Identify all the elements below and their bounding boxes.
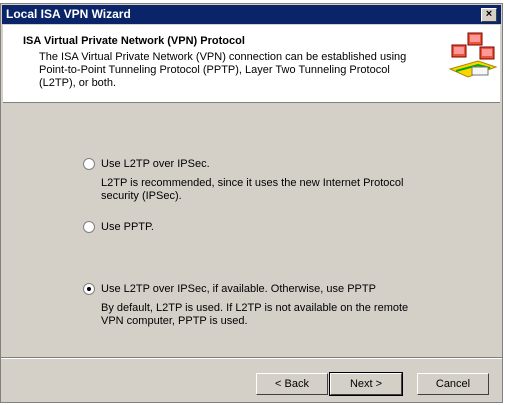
close-icon: × <box>485 8 493 20</box>
wizard-window: Local ISA VPN Wizard × ISA Virtual Priva… <box>0 3 503 403</box>
title-bar: Local ISA VPN Wizard × <box>2 5 501 24</box>
option-l2tp[interactable]: Use L2TP over IPSec. <box>83 158 210 170</box>
back-button[interactable]: < Back <box>256 373 328 395</box>
radio-button[interactable] <box>83 158 95 170</box>
option-description: L2TP is recommended, since it uses the n… <box>101 177 404 202</box>
page-title: ISA Virtual Private Network (VPN) Protoc… <box>23 35 245 47</box>
next-button[interactable]: Next > <box>329 372 403 396</box>
option-l2tp-or-pptp[interactable]: Use L2TP over IPSec, if available. Other… <box>83 283 376 295</box>
page-description: The ISA Virtual Private Network (VPN) co… <box>39 51 407 89</box>
option-label: Use L2TP over IPSec, if available. Other… <box>101 283 376 295</box>
divider <box>1 357 502 359</box>
radio-button-selected[interactable] <box>83 283 95 295</box>
option-description: By default, L2TP is used. If L2TP is not… <box>101 302 409 327</box>
option-label: Use PPTP. <box>101 221 154 233</box>
cancel-button[interactable]: Cancel <box>417 373 489 395</box>
wizard-body: Use L2TP over IPSec. L2TP is recommended… <box>3 103 500 357</box>
option-label: Use L2TP over IPSec. <box>101 158 210 170</box>
window-title: Local ISA VPN Wizard <box>6 7 131 21</box>
network-computers-icon <box>448 32 498 78</box>
close-button[interactable]: × <box>481 8 497 22</box>
wizard-header: ISA Virtual Private Network (VPN) Protoc… <box>3 25 500 103</box>
radio-button[interactable] <box>83 221 95 233</box>
option-pptp[interactable]: Use PPTP. <box>83 221 154 233</box>
